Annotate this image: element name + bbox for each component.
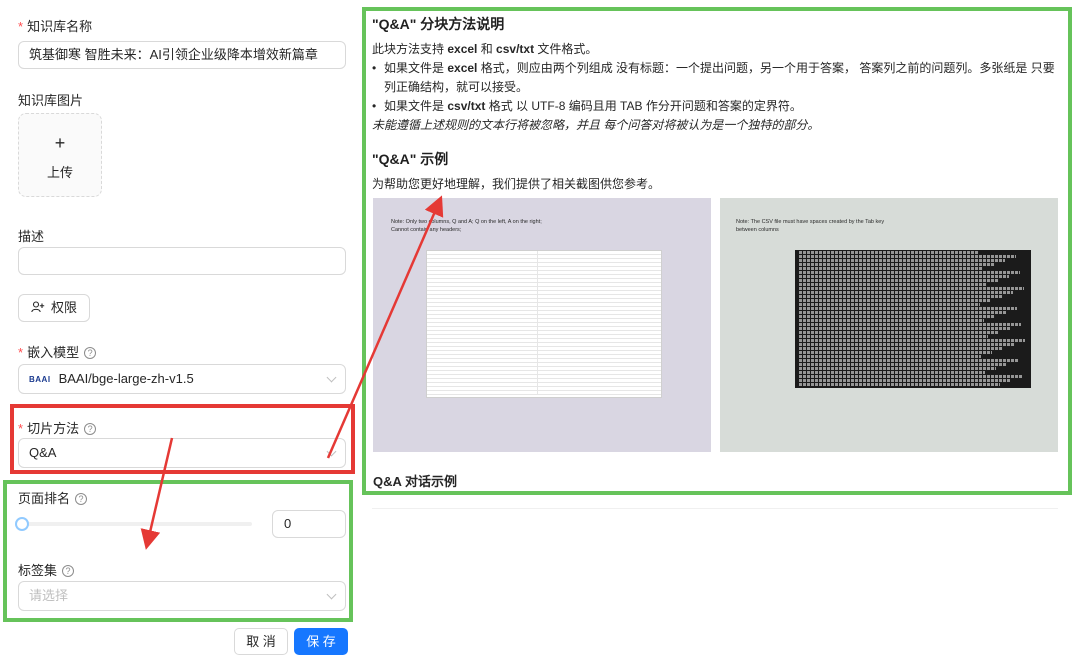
excel-example-image: Note: Only two columns, Q and A; Q on th… bbox=[373, 198, 711, 452]
terminal-line bbox=[799, 251, 979, 254]
terminal-line bbox=[799, 295, 1002, 298]
terminal-line bbox=[799, 335, 988, 338]
kb-name-label: * 知识库名称 bbox=[18, 19, 93, 34]
kb-image-label: 知识库图片 bbox=[18, 93, 84, 108]
example-title: "Q&A" 示例 bbox=[372, 151, 449, 167]
permission-label: 权限 bbox=[50, 300, 77, 315]
terminal-line bbox=[799, 375, 1022, 378]
embed-model-value: BAAI/bge-large-zh-v1.5 bbox=[58, 371, 194, 386]
terminal-line bbox=[799, 379, 1011, 382]
divider bbox=[372, 508, 1058, 509]
permission-button[interactable]: 权限 bbox=[18, 294, 90, 322]
plus-icon: + bbox=[54, 133, 66, 153]
image-upload-button[interactable]: + 上传 bbox=[18, 113, 102, 197]
terminal-line bbox=[799, 351, 992, 354]
img1-note: Note: Only two columns, Q and A; Q on th… bbox=[391, 219, 542, 233]
add-user-icon bbox=[31, 301, 45, 313]
terminal-line bbox=[799, 275, 1009, 278]
spreadsheet-preview bbox=[426, 250, 662, 398]
description-label: 描述 bbox=[18, 229, 45, 244]
img2-note: Note: The CSV file must have spaces crea… bbox=[736, 219, 885, 233]
kb-name-input[interactable]: 筑基御寒 智胜未来：AI引领企业级降本增效新篇章 bbox=[18, 41, 346, 69]
terminal-line bbox=[799, 315, 995, 318]
terminal-line bbox=[799, 271, 1020, 274]
terminal-line bbox=[799, 279, 998, 282]
terminal-line bbox=[799, 383, 1000, 386]
terminal-line bbox=[799, 291, 1013, 294]
terminal-line bbox=[799, 331, 999, 334]
description-input[interactable] bbox=[18, 247, 346, 275]
dialog-example-title: Q&A 对话示例 bbox=[373, 474, 458, 489]
terminal-line bbox=[799, 327, 1010, 330]
terminal-line bbox=[799, 347, 1003, 350]
terminal-line bbox=[799, 343, 1014, 346]
terminal-line bbox=[799, 255, 1016, 258]
terminal-line bbox=[799, 299, 991, 302]
embed-model-select[interactable]: BAAI BAAI/bge-large-zh-v1.5 bbox=[18, 364, 346, 394]
terminal-line bbox=[799, 287, 1024, 290]
help-icon[interactable]: ? bbox=[84, 347, 97, 359]
chunk-method-highlight bbox=[10, 404, 355, 474]
terminal-line bbox=[799, 307, 1017, 310]
terminal-line bbox=[799, 311, 1006, 314]
upload-label: 上传 bbox=[46, 165, 73, 180]
bullet-excel: 如果文件是 excel 格式，则应由两个列组成 没有标题：一个提出问题，另一个用… bbox=[372, 59, 1064, 97]
baai-logo-icon: BAAI bbox=[29, 374, 51, 384]
chunk-method-description: "Q&A" 分块方法说明 此块方法支持 excel 和 csv/txt 文件格式… bbox=[372, 14, 1064, 194]
terminal-line bbox=[799, 339, 1025, 342]
terminal-line bbox=[799, 371, 985, 374]
terminal-preview bbox=[795, 250, 1031, 388]
cancel-button[interactable]: 取 消 bbox=[234, 628, 288, 655]
terminal-line bbox=[799, 367, 996, 370]
terminal-line bbox=[799, 259, 1005, 262]
example-desc: 为帮助您更好地理解，我们提供了相关截图供您参考。 bbox=[372, 177, 661, 191]
support-line: 此块方法支持 excel 和 csv/txt 文件格式。 bbox=[372, 42, 598, 56]
terminal-line bbox=[799, 363, 1007, 366]
terminal-line bbox=[799, 319, 984, 322]
description-title: "Q&A" 分块方法说明 bbox=[372, 16, 505, 32]
terminal-line bbox=[799, 283, 987, 286]
italic-note: 未能遵循上述规则的文本行将被忽略，并且 每个问答对将被认为是一个独特的部分。 bbox=[372, 118, 820, 132]
terminal-line bbox=[799, 267, 983, 270]
save-button[interactable]: 保 存 bbox=[294, 628, 348, 655]
page-rank-tags-highlight bbox=[3, 480, 353, 622]
embed-model-label: * 嵌入模型? bbox=[18, 342, 97, 361]
terminal-line bbox=[799, 355, 981, 358]
sheet-row bbox=[427, 391, 661, 395]
chevron-down-icon bbox=[326, 372, 337, 383]
bullet-csv: 如果文件是 csv/txt 格式 以 UTF-8 编码且用 TAB 作分开问题和… bbox=[372, 97, 1064, 116]
csv-example-image: Note: The CSV file must have spaces crea… bbox=[720, 198, 1058, 452]
terminal-line bbox=[799, 359, 1018, 362]
terminal-line bbox=[799, 303, 980, 306]
terminal-line bbox=[799, 263, 994, 266]
terminal-line bbox=[799, 323, 1021, 326]
